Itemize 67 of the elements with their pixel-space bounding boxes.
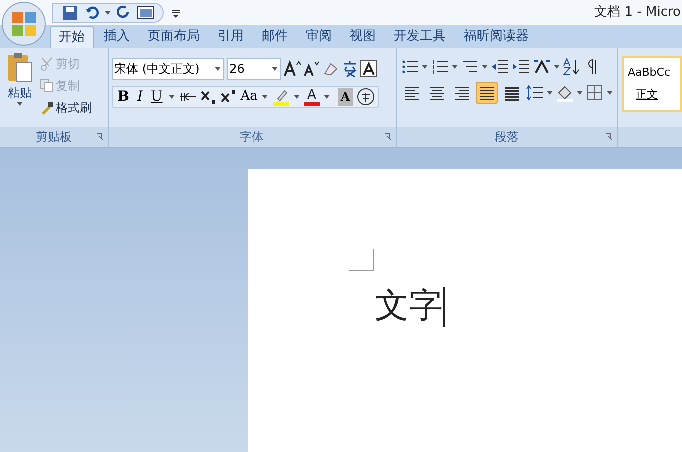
paste-button[interactable]: 粘贴 [0,52,40,127]
caret-icon[interactable] [294,95,300,99]
office-logo-icon [11,11,37,37]
enclose-character-icon[interactable] [357,88,376,106]
caret-icon[interactable] [482,65,488,69]
caret-icon[interactable] [272,67,278,71]
caret-icon[interactable] [554,65,560,69]
group-label: 剪贴板 [36,129,72,146]
margin-corner-mark [349,249,375,272]
clipboard-command[interactable]: 格式刷 [40,98,92,118]
numbered-list-icon[interactable] [430,58,449,76]
caret-icon[interactable] [214,67,221,71]
font-name-dropdown[interactable]: 宋体 (中文正文) [112,58,224,80]
decrease-indent-icon[interactable] [490,58,509,76]
underline-button[interactable]: U [148,86,165,108]
character-shading-button[interactable]: A [338,88,354,106]
copy-icon [40,79,54,93]
dialog-launcher-icon[interactable] [384,133,392,141]
caret-icon[interactable] [546,91,553,95]
bold-button[interactable]: B [116,86,132,108]
ribbon-tab[interactable]: 福昕阅读器 [456,26,537,48]
dialog-launcher-icon[interactable] [605,133,613,141]
ribbon-tab[interactable]: 开始 [50,26,94,48]
change-case-button[interactable]: Aa [240,87,258,107]
borders-icon[interactable] [586,84,604,102]
dialog-launcher-icon[interactable] [96,133,104,141]
grow-font-icon[interactable] [284,60,302,78]
color-bar-icon [304,102,320,106]
line-spacing-icon[interactable] [526,84,544,102]
caret-icon[interactable] [17,102,23,106]
text-cursor [443,286,445,326]
caret-icon[interactable] [606,91,613,95]
caret-icon[interactable] [324,95,330,99]
character-border-icon[interactable] [360,60,378,78]
window-icon[interactable] [137,4,155,22]
customize-menu-icon[interactable] [172,8,180,18]
group-label: 段落 [494,129,519,146]
highlighter-icon[interactable] [272,88,290,106]
ribbon-tab[interactable]: 页面布局 [140,26,208,48]
ribbon-tab[interactable]: 视图 [342,26,384,48]
ribbon-tab[interactable]: 插入 [96,26,138,48]
document-text: 文字 [375,285,443,328]
italic-button[interactable]: I [135,86,145,108]
increase-indent-icon[interactable] [512,58,530,76]
scissors-icon [40,57,54,71]
font-color-button[interactable]: A [304,88,320,106]
caret-icon[interactable] [576,91,583,95]
bullet-list-icon[interactable] [400,58,419,76]
caret-icon[interactable] [168,95,175,99]
style-gallery-item[interactable]: AaBbCc 正文 [622,56,682,112]
ribbon-tab[interactable]: 引用 [210,26,252,48]
caret-icon[interactable] [105,10,111,14]
caret-icon[interactable] [262,95,268,99]
ribbon-tab[interactable]: 开发工具 [386,26,454,48]
sort-icon[interactable] [562,58,581,76]
save-icon[interactable] [61,4,79,22]
shrink-font-icon[interactable] [302,60,321,78]
clipboard-icon [6,52,34,84]
caret-icon[interactable] [452,65,458,69]
font-size-dropdown[interactable]: 26 [226,58,281,80]
brush-icon [40,101,54,115]
ribbon-tab[interactable]: 邮件 [254,26,296,48]
align-button[interactable] [476,82,498,104]
ribbon-tab[interactable]: 审阅 [298,26,340,48]
caret-icon[interactable] [422,65,428,69]
group-label: 字体 [240,129,264,146]
window-title: 文档 1 - Micro [594,4,681,22]
